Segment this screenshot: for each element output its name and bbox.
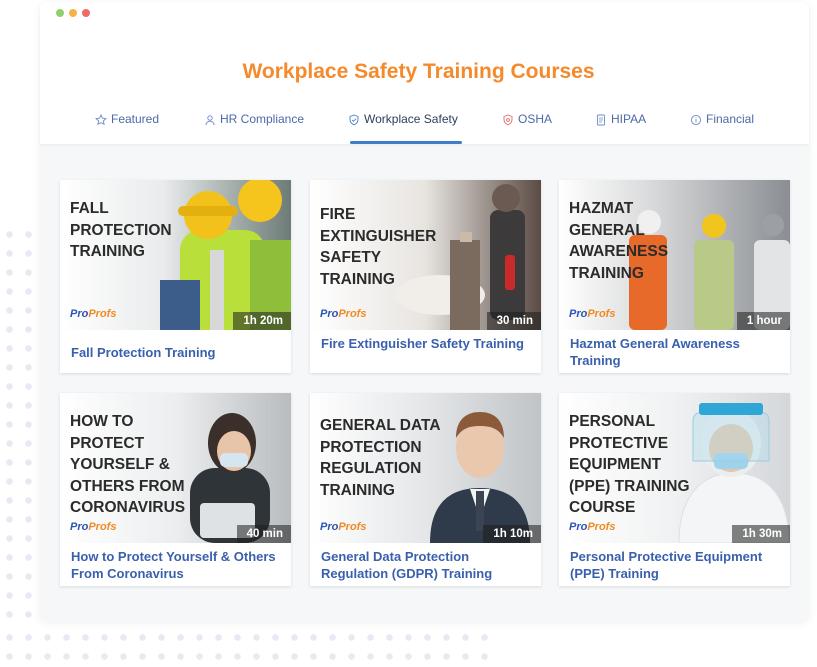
duration-badge: 1 hour — [736, 312, 790, 330]
tab-label: Financial — [706, 112, 755, 126]
course-thumbnail: Fall Protection Training ProProfs 1h 20m — [60, 180, 291, 330]
thumbnail-title: Fall Protection Training — [70, 200, 172, 260]
thumbnail-title: Fire Extinguisher Safety Training — [320, 206, 437, 288]
tab-financial[interactable]: Financial — [690, 112, 754, 144]
thumbnail-title: Personal Protective Equipment (PPE) Trai… — [569, 413, 690, 516]
document-icon — [597, 114, 605, 126]
course-title-link[interactable]: Fall Protection Training — [71, 344, 281, 361]
duration-badge: 40 min — [236, 525, 291, 543]
tab-featured[interactable]: Featured — [95, 112, 159, 144]
thumbnail-title: Hazmat General Awareness Training — [569, 200, 669, 282]
tab-label: Featured — [111, 112, 160, 126]
course-card-fire-extinguisher[interactable]: Fire Extinguisher Safety Training ProPro… — [310, 180, 541, 373]
active-tab-indicator — [350, 141, 462, 144]
tab-label: OSHA — [518, 112, 553, 126]
dot-pattern-left — [0, 225, 38, 625]
thumbnail-title: How to Protect Yourself & Others From Co… — [70, 413, 186, 516]
duration-badge: 30 min — [486, 312, 541, 330]
proprofs-logo: ProProfs — [70, 308, 117, 320]
tab-label: Workplace Safety — [364, 112, 458, 126]
duration-badge: 1h 20m — [233, 312, 291, 330]
course-thumbnail: How to Protect Yourself & Others From Co… — [60, 393, 291, 543]
proprofs-logo: ProProfs — [569, 521, 616, 533]
course-thumbnail: Hazmat General Awareness Training ProPro… — [559, 180, 790, 330]
course-title-link[interactable]: Personal Protective Equipment (PPE) Trai… — [570, 548, 780, 582]
thumbnail-title: General Data Protection Regulation Train… — [320, 417, 440, 499]
dot-pattern-bottom — [0, 628, 500, 667]
course-thumbnail: Personal Protective Equipment (PPE) Trai… — [559, 393, 790, 543]
course-title-link[interactable]: Hazmat General Awareness Training — [570, 335, 780, 369]
window-dot-red[interactable] — [82, 9, 90, 17]
window-header: Workplace Safety Training Courses Featur… — [40, 2, 809, 144]
course-card-coronavirus[interactable]: How to Protect Yourself & Others From Co… — [60, 393, 291, 586]
duration-badge: 1h 10m — [483, 525, 541, 543]
course-title-link[interactable]: How to Protect Yourself & Others From Co… — [71, 548, 281, 582]
proprofs-logo: ProProfs — [320, 308, 367, 320]
course-thumbnail: Fire Extinguisher Safety Training ProPro… — [310, 180, 541, 330]
tab-label: HR Compliance — [220, 112, 305, 126]
course-card-gdpr[interactable]: General Data Protection Regulation Train… — [310, 393, 541, 586]
window-controls — [56, 9, 90, 17]
course-title-link[interactable]: Fire Extinguisher Safety Training — [321, 335, 531, 352]
tab-hr-compliance[interactable]: HR Compliance — [204, 112, 304, 144]
user-icon — [205, 115, 215, 126]
course-card-ppe[interactable]: Personal Protective Equipment (PPE) Trai… — [559, 393, 790, 586]
tab-hipaa[interactable]: HIPAA — [595, 112, 646, 144]
duration-badge: 1h 30m — [732, 525, 790, 543]
course-thumbnail: General Data Protection Regulation Train… — [310, 393, 541, 543]
page-title: Workplace Safety Training Courses — [242, 60, 595, 83]
proprofs-logo: ProProfs — [569, 308, 616, 320]
tab-workplace-safety[interactable]: Workplace Safety — [348, 112, 462, 144]
proprofs-logo: ProProfs — [320, 521, 367, 533]
proprofs-logo: ProProfs — [70, 521, 117, 533]
window-dot-yellow[interactable] — [69, 9, 77, 17]
shield-icon — [503, 114, 513, 126]
star-icon — [95, 114, 107, 126]
info-icon — [690, 114, 702, 126]
course-card-hazmat[interactable]: Hazmat General Awareness Training ProPro… — [559, 180, 790, 373]
tab-label: HIPAA — [611, 112, 647, 126]
window-dot-green[interactable] — [56, 9, 64, 17]
tab-osha[interactable]: OSHA — [502, 112, 552, 144]
shield-icon — [349, 114, 359, 126]
app-window: Workplace Safety Training Courses Featur… — [40, 2, 809, 621]
category-tabs: Featured HR Compliance Workplace Safety … — [40, 112, 809, 144]
course-card-fall-protection[interactable]: Fall Protection Training ProProfs 1h 20m… — [60, 180, 291, 373]
course-title-link[interactable]: General Data Protection Regulation (GDPR… — [321, 548, 531, 582]
